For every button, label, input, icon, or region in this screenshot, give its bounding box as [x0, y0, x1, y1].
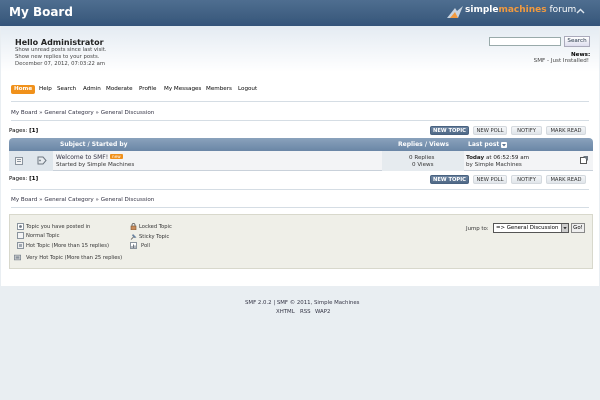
unread-posts-link[interactable]: Show unread posts since last visit.	[15, 47, 106, 53]
legend-posted: Topic you have posted in	[26, 224, 91, 230]
breadcrumb-board[interactable]: My Board	[11, 197, 37, 203]
very-hot-topic-icon	[14, 254, 21, 261]
posted-topic-icon	[17, 223, 24, 230]
page-current[interactable]: [1]	[29, 128, 38, 134]
normal-topic-icon	[17, 232, 24, 239]
news-text: SMF - Just Installed!	[533, 58, 589, 64]
logo-forum: forum	[546, 5, 577, 15]
menu-help[interactable]: Help	[39, 85, 52, 94]
new-badge[interactable]: new	[110, 154, 123, 159]
breadcrumb-separator: »	[39, 110, 43, 116]
topic-started-by[interactable]: Started by Simple Machines	[56, 162, 134, 168]
menu-moderate[interactable]: Moderate	[106, 85, 133, 94]
jump-to-select[interactable]: => General Discussion	[493, 223, 569, 233]
new-poll-button[interactable]: NEW POLL	[473, 126, 507, 135]
go-button[interactable]: Go!	[571, 223, 585, 233]
sort-down-icon	[501, 141, 508, 148]
footer-credits[interactable]: SMF 2.0.2 | SMF © 2011, Simple Machines	[245, 300, 359, 306]
last-post-time: at 06:52:59 am	[484, 155, 530, 161]
poll-icon	[130, 242, 137, 249]
hot-topic-icon	[17, 242, 24, 249]
divider	[11, 101, 589, 102]
divider	[11, 189, 589, 190]
forum-name[interactable]: My Board	[9, 5, 73, 19]
col-last-post[interactable]: Last post	[468, 141, 508, 148]
mark-read-button[interactable]: MARK READ	[546, 126, 586, 135]
search-input[interactable]	[489, 37, 561, 46]
col-last-post-label: Last post	[468, 141, 500, 148]
new-poll-button[interactable]: NEW POLL	[473, 175, 507, 184]
topic-replies: 0 Replies	[409, 155, 435, 161]
legend-locked: Locked Topic	[139, 224, 172, 230]
breadcrumb-board[interactable]: My Board	[11, 110, 37, 116]
breadcrumb-forum[interactable]: General Discussion	[101, 197, 155, 203]
breadcrumb-category[interactable]: General Category	[44, 197, 93, 203]
last-post-day: Today	[466, 155, 485, 161]
menu-logout[interactable]: Logout	[238, 85, 257, 94]
collapse-header-icon[interactable]	[575, 6, 586, 17]
topic-stats-cell	[382, 151, 464, 171]
legend-hot: Hot Topic (More than 15 replies)	[26, 243, 109, 249]
pagination: Pages: [1]	[9, 128, 38, 134]
normal-topic-icon	[15, 157, 23, 165]
last-post-author[interactable]: by Simple Machines	[466, 162, 522, 168]
pagination: Pages: [1]	[9, 176, 38, 182]
col-subject[interactable]: Subject / Started by	[60, 141, 128, 148]
menu-my-messages[interactable]: My Messages	[164, 85, 201, 94]
page-current[interactable]: [1]	[29, 176, 38, 182]
legend-poll: Poll	[141, 243, 150, 249]
menu-home[interactable]: Home	[11, 85, 36, 94]
footer-wap2-link[interactable]: WAP2	[315, 309, 330, 315]
greeting: Hello Administrator	[15, 38, 104, 47]
topic-views: 0 Views	[412, 162, 434, 168]
logo-machines: machines	[498, 5, 547, 15]
pages-label: Pages:	[9, 128, 28, 134]
post-icon	[37, 156, 47, 165]
search-button[interactable]: Search	[564, 36, 590, 47]
lock-icon	[130, 223, 137, 230]
divider	[11, 207, 589, 208]
new-topic-button[interactable]: NEW TOPIC	[430, 126, 469, 135]
breadcrumb-forum[interactable]: General Discussion	[101, 110, 155, 116]
legend-normal: Normal Topic	[26, 233, 60, 239]
current-datetime: December 07, 2012, 07:03:22 am	[15, 61, 105, 67]
breadcrumb-category[interactable]: General Category	[44, 110, 93, 116]
topic-last-post: Today at 06:52:59 am	[466, 155, 529, 161]
notify-button[interactable]: NOTIFY	[511, 126, 542, 135]
pin-icon	[130, 234, 137, 240]
pages-label: Pages:	[9, 176, 28, 182]
divider	[11, 120, 589, 121]
menu-search[interactable]: Search	[57, 85, 76, 94]
breadcrumb: My Board » General Category » General Di…	[11, 197, 154, 203]
smf-logo-icon	[447, 6, 463, 18]
jump-to-label: Jump to:	[466, 226, 489, 232]
footer-xhtml-link[interactable]: XHTML	[276, 309, 295, 315]
new-replies-link[interactable]: Show new replies to your posts.	[15, 54, 99, 60]
menu-admin[interactable]: Admin	[83, 85, 101, 94]
last-post-icon[interactable]	[580, 156, 588, 164]
legend-sticky: Sticky Topic	[139, 234, 170, 240]
topic-subject: Welcome to SMF! new	[56, 154, 123, 161]
legend-very-hot: Very Hot Topic (More than 25 replies)	[26, 255, 123, 261]
mark-read-button[interactable]: MARK READ	[546, 175, 586, 184]
footer-rss-link[interactable]: RSS	[300, 309, 311, 315]
menu-profile[interactable]: Profile	[139, 85, 156, 94]
logo-simple: simple	[465, 5, 499, 15]
notify-button[interactable]: NOTIFY	[511, 175, 542, 184]
menu-members[interactable]: Members	[206, 85, 232, 94]
chevron-down-icon[interactable]	[561, 224, 568, 232]
col-replies-views[interactable]: Replies / Views	[398, 141, 449, 148]
topic-title-link[interactable]: Welcome to SMF!	[56, 154, 108, 161]
breadcrumb: My Board » General Category » General Di…	[11, 110, 154, 116]
breadcrumb-separator: »	[95, 197, 99, 203]
new-topic-button[interactable]: NEW TOPIC	[430, 175, 469, 184]
breadcrumb-separator: »	[39, 197, 43, 203]
breadcrumb-separator: »	[95, 110, 99, 116]
